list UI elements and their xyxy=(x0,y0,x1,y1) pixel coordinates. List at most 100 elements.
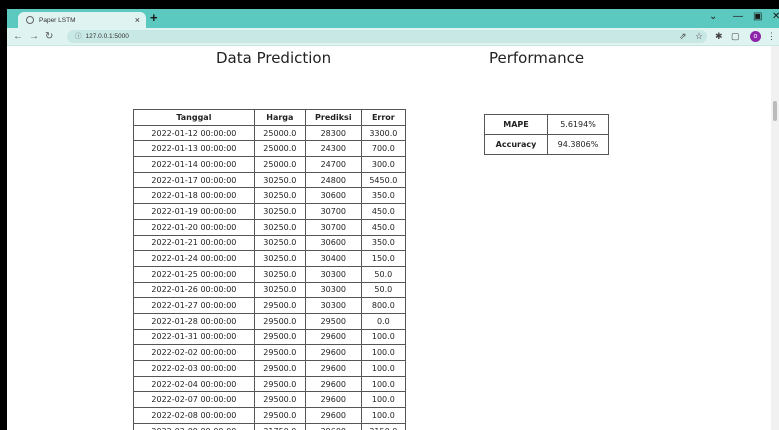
performance-table: MAPE 5.6194% Accuracy 94.3806% xyxy=(484,114,609,155)
table-cell: 30250.0 xyxy=(253,281,306,299)
table-cell: 2022-01-19 00:00:00 xyxy=(133,203,255,220)
table-cell: 2022-02-08 00:00:00 xyxy=(133,407,255,424)
table-row: 2022-01-24 00:00:00 30250.0 30400 150.0 xyxy=(133,250,407,267)
share-icon[interactable]: ⇗ xyxy=(679,31,687,42)
table-cell: 29500.0 xyxy=(253,360,306,377)
chevron-down-icon[interactable]: ⌄ xyxy=(709,11,717,22)
table-header-row: Tanggal Harga Prediksi Error xyxy=(133,109,407,126)
table-cell: 2022-01-17 00:00:00 xyxy=(133,171,255,189)
table-cell: 30300 xyxy=(304,265,362,283)
table-row: 2022-01-12 00:00:00 25000.0 28300 3300.0 xyxy=(133,124,407,142)
star-icon[interactable]: ☆ xyxy=(695,31,703,42)
table-cell: 2022-02-03 00:00:00 xyxy=(133,360,255,377)
table-cell: 29600 xyxy=(304,360,362,377)
table-cell: 29500.0 xyxy=(253,297,306,314)
column-header: Error xyxy=(360,109,407,126)
column-header: Prediksi xyxy=(304,109,362,126)
table-cell: 50.0 xyxy=(360,265,407,283)
table-cell: 30600 xyxy=(304,234,362,252)
side-panel-icon[interactable]: ▢ xyxy=(731,31,740,42)
table-row: 2022-01-14 00:00:00 25000.0 24700 300.0 xyxy=(133,156,407,173)
table-cell: 24800 xyxy=(304,171,362,189)
table-cell: 29500 xyxy=(304,312,362,330)
table-cell: 3300.0 xyxy=(360,124,407,142)
maximize-icon[interactable]: ▣ xyxy=(753,11,762,22)
table-cell: 25000.0 xyxy=(253,124,306,142)
table-cell: 29600 xyxy=(304,344,362,361)
accuracy-label: Accuracy xyxy=(484,134,548,155)
table-cell: 29600 xyxy=(304,328,362,346)
table-cell: 29500.0 xyxy=(253,328,306,346)
table-cell: 2022-02-02 00:00:00 xyxy=(133,344,255,361)
table-cell: 30400 xyxy=(304,250,362,267)
table-cell: 50.0 xyxy=(360,281,407,299)
mape-row: MAPE 5.6194% xyxy=(484,114,609,135)
table-cell: 25000.0 xyxy=(253,156,306,173)
table-row: 2022-01-27 00:00:00 29500.0 30300 800.0 xyxy=(133,297,407,314)
table-cell: 29500.0 xyxy=(253,407,306,424)
close-tab-icon[interactable]: × xyxy=(135,15,140,25)
minimize-icon[interactable]: — xyxy=(733,11,743,22)
table-cell: 29500.0 xyxy=(253,312,306,330)
table-cell: 30250.0 xyxy=(253,218,306,236)
table-cell: 30250.0 xyxy=(253,250,306,267)
table-cell: 30250.0 xyxy=(253,234,306,252)
table-row: 2022-02-04 00:00:00 29500.0 29600 100.0 xyxy=(133,375,407,393)
table-cell: 30250.0 xyxy=(253,265,306,283)
table-row: 2022-02-03 00:00:00 29500.0 29600 100.0 xyxy=(133,360,407,377)
table-cell: 25000.0 xyxy=(253,140,306,158)
table-cell: 2022-01-12 00:00:00 xyxy=(133,124,255,142)
table-cell: 30600 xyxy=(304,187,362,205)
forward-icon[interactable]: → xyxy=(29,31,39,42)
accuracy-value: 94.3806% xyxy=(547,134,609,155)
reload-icon[interactable]: ↻ xyxy=(45,31,53,42)
table-row: 2022-02-07 00:00:00 29500.0 29600 100.0 xyxy=(133,391,407,409)
address-bar[interactable]: ⓘ 127.0.0.1:5000 xyxy=(67,30,707,43)
prediction-table: Tanggal Harga Prediksi Error 2022-01-12 00:… xyxy=(133,109,407,430)
tab-paper-lstm[interactable]: Paper LSTM × xyxy=(18,12,146,28)
url-text: 127.0.0.1:5000 xyxy=(85,33,129,40)
extensions-icon[interactable]: ✱ xyxy=(715,31,723,42)
toolbar: ← → ↻ ⓘ 127.0.0.1:5000 ⇗ ☆ ✱ ▢ o ⋮ xyxy=(7,28,779,46)
table-row: 2022-01-20 00:00:00 30250.0 30700 450.0 xyxy=(133,218,407,236)
table-cell: 100.0 xyxy=(360,328,407,346)
table-cell: 29500.0 xyxy=(253,375,306,393)
table-cell: 29600 xyxy=(304,407,362,424)
column-header: Tanggal xyxy=(133,109,255,126)
table-cell: 2022-01-14 00:00:00 xyxy=(133,156,255,173)
table-cell: 2022-01-27 00:00:00 xyxy=(133,297,255,314)
table-cell: 5450.0 xyxy=(360,171,407,189)
table-row: 2022-01-17 00:00:00 30250.0 24800 5450.0 xyxy=(133,171,407,189)
mape-label: MAPE xyxy=(484,114,548,135)
table-cell: 29600 xyxy=(304,391,362,409)
table-cell: 29600 xyxy=(304,375,362,393)
table-cell: 2022-02-07 00:00:00 xyxy=(133,391,255,409)
table-row: 2022-01-18 00:00:00 30250.0 30600 350.0 xyxy=(133,187,407,205)
table-cell: 100.0 xyxy=(360,375,407,393)
back-icon[interactable]: ← xyxy=(13,31,23,42)
table-cell: 100.0 xyxy=(360,407,407,424)
prediction-heading: Data Prediction xyxy=(216,49,332,67)
scrollbar-thumb[interactable] xyxy=(773,101,777,121)
tab-title: Paper LSTM xyxy=(39,16,76,24)
table-cell: 2022-01-26 00:00:00 xyxy=(133,281,255,299)
close-window-icon[interactable]: ✕ xyxy=(772,11,779,22)
new-tab-button[interactable]: + xyxy=(150,10,158,25)
scrollbar[interactable] xyxy=(771,46,779,430)
table-row: 2022-01-28 00:00:00 29500.0 29500 0.0 xyxy=(133,312,407,330)
menu-icon[interactable]: ⋮ xyxy=(767,31,776,42)
table-cell: 28300 xyxy=(304,124,362,142)
profile-avatar[interactable]: o xyxy=(750,31,761,42)
table-cell: 2022-02-09 00:00:00 xyxy=(133,422,255,430)
table-cell: 350.0 xyxy=(360,187,407,205)
table-cell: 29600 xyxy=(304,422,362,430)
table-cell: 30700 xyxy=(304,218,362,236)
table-cell: 450.0 xyxy=(360,218,407,236)
mape-value: 5.6194% xyxy=(547,114,609,135)
site-info-icon[interactable]: ⓘ xyxy=(75,33,82,40)
page-content: Data Prediction Tanggal Harga Prediksi Erro… xyxy=(7,46,779,430)
table-cell: 24300 xyxy=(304,140,362,158)
table-cell: 2022-01-28 00:00:00 xyxy=(133,312,255,330)
table-cell: 2022-01-18 00:00:00 xyxy=(133,187,255,205)
table-cell: 30250.0 xyxy=(253,203,306,220)
